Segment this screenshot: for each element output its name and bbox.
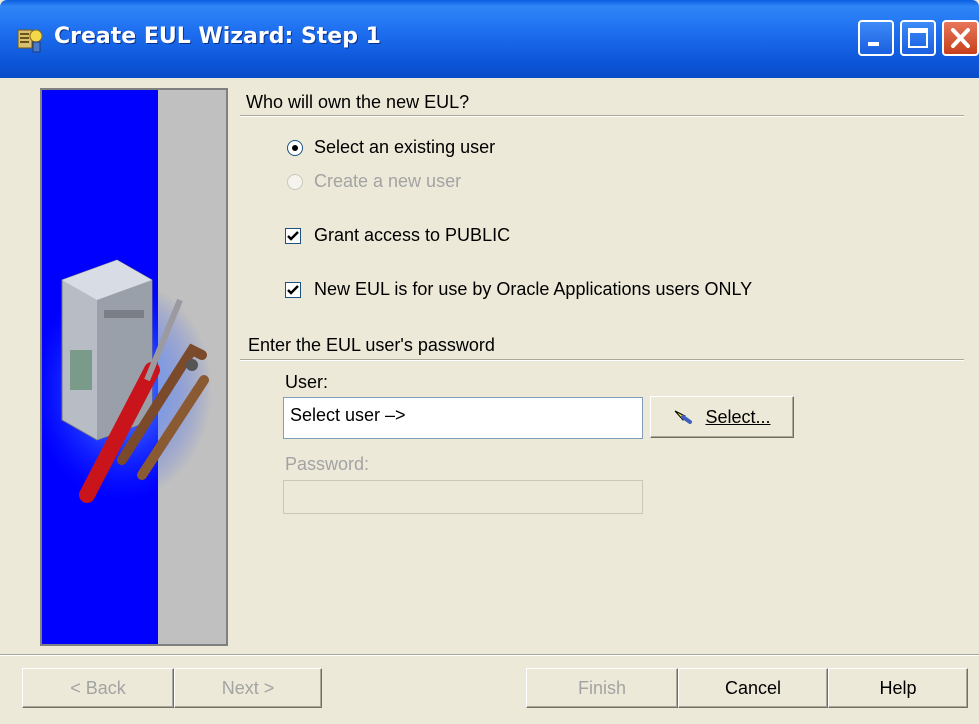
user-field[interactable]: Select user –> — [283, 397, 643, 439]
select-existing-user-label[interactable]: Select an existing user — [314, 137, 495, 158]
user-label: User: — [285, 372, 329, 392]
finish-button[interactable]: Finish — [526, 668, 678, 708]
close-button[interactable] — [942, 20, 979, 56]
maximize-icon — [908, 28, 928, 48]
password-heading: Enter the EUL user's password — [248, 335, 495, 355]
create-new-user-label[interactable]: Create a new user — [314, 171, 461, 192]
title-bar[interactable]: Create EUL Wizard: Step 1 — [0, 0, 979, 78]
help-button[interactable]: Help — [828, 668, 968, 708]
minimize-button[interactable] — [858, 20, 894, 56]
close-icon — [951, 28, 970, 48]
oracle-apps-only-label[interactable]: New EUL is for use by Oracle Application… — [314, 279, 752, 300]
tools-server-illustration — [42, 259, 212, 503]
create-new-user-radio[interactable] — [287, 174, 303, 190]
owner-heading: Who will own the new EUL? — [246, 92, 470, 112]
password-divider — [240, 359, 964, 361]
wizard-app-icon — [17, 29, 43, 53]
owner-divider — [240, 115, 964, 117]
back-button[interactable]: < Back — [22, 668, 174, 708]
next-button[interactable]: Next > — [174, 668, 322, 708]
grant-public-label[interactable]: Grant access to PUBLIC — [314, 225, 510, 246]
select-user-button-label: Select... — [705, 406, 771, 427]
checkmark-icon — [287, 285, 299, 295]
grant-public-checkbox[interactable] — [285, 228, 301, 244]
select-existing-user-radio[interactable] — [287, 140, 303, 156]
radio-selected-dot — [292, 145, 298, 151]
cancel-button[interactable]: Cancel — [678, 668, 828, 708]
maximize-button[interactable] — [900, 20, 936, 56]
wizard-window: Create EUL Wizard: Step 1 Who will own t… — [0, 0, 979, 724]
oracle-apps-only-checkbox[interactable] — [285, 282, 301, 298]
window-title: Create EUL Wizard: Step 1 — [54, 24, 381, 49]
password-field[interactable] — [283, 480, 643, 514]
wizard-illustration — [40, 88, 228, 646]
footer-divider — [0, 654, 979, 656]
password-label: Password: — [285, 454, 370, 474]
checkmark-icon — [287, 231, 299, 241]
minimize-icon — [868, 42, 879, 46]
select-user-button[interactable]: Select... — [650, 396, 794, 438]
flashlight-icon — [675, 410, 693, 424]
